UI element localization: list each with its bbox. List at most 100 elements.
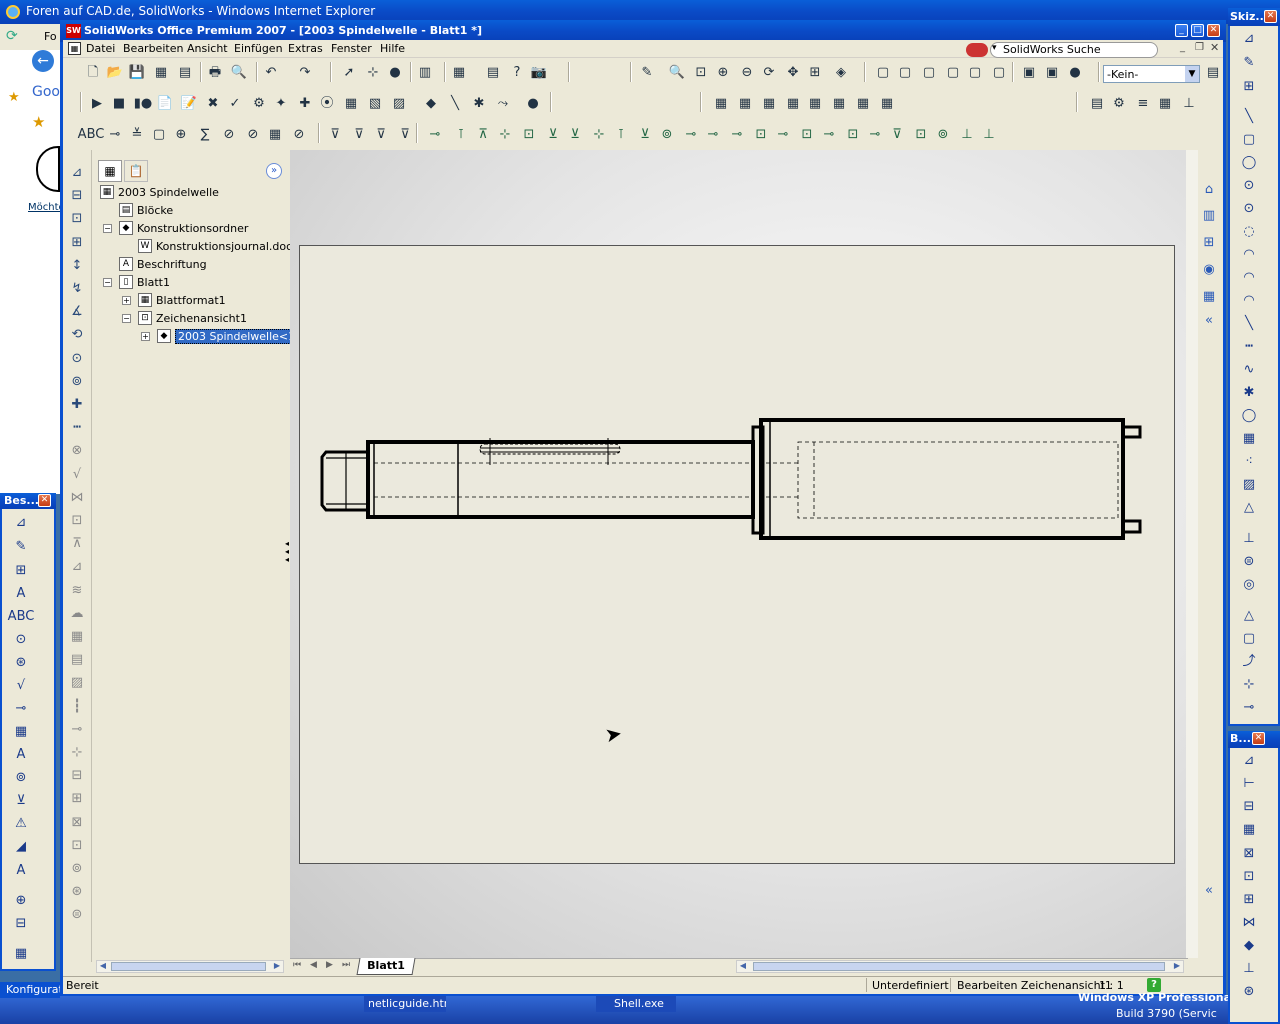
dim-tool-icon-6[interactable]: ⊞ <box>1240 891 1258 909</box>
sketch-tool-icon-16[interactable]: ◯ <box>1240 407 1258 425</box>
sum-icon[interactable]: ∑ <box>196 126 214 144</box>
sketch-tool-icon-17[interactable]: ▦ <box>1240 430 1258 448</box>
trimetric-icon[interactable]: ▣ <box>1043 64 1061 82</box>
on-curve-icon[interactable]: ⊸ <box>866 126 884 144</box>
dim-tool-icon-4[interactable]: ⊠ <box>1240 845 1258 863</box>
weld-tool-icon[interactable]: ⊛ <box>12 654 30 672</box>
expand-panel-icon[interactable]: » <box>266 163 282 179</box>
filter-4-icon[interactable]: ⊽ <box>396 126 414 144</box>
fix-icon[interactable]: ⊡ <box>752 126 770 144</box>
along-x-icon[interactable]: ⊽ <box>888 126 906 144</box>
cosmetic-thread-icon[interactable]: ≋ <box>68 582 86 600</box>
point-icon[interactable]: ✱ <box>470 95 488 113</box>
section-view-icon[interactable]: ▦ <box>806 95 824 113</box>
run-macro-icon[interactable]: ▶ <box>88 95 106 113</box>
align-tool-icon[interactable]: ⊟ <box>12 915 30 933</box>
hscroll-right-arrow[interactable]: ▶ <box>1171 961 1183 972</box>
taskbar-item-shell[interactable]: Shell.exe <box>596 996 676 1012</box>
refresh-icon[interactable]: ⟳ <box>6 28 24 46</box>
sketch-tool-icon-10[interactable]: ◠ <box>1240 269 1258 287</box>
file-explorer-icon[interactable]: ⊞ <box>1200 234 1218 252</box>
surface-finish-icon-2[interactable]: √ <box>68 466 86 484</box>
appearances-icon[interactable]: ▦ <box>1200 288 1218 306</box>
print-icon[interactable]: 🖶 <box>206 64 224 82</box>
line-style-icon[interactable]: ▦ <box>1156 95 1174 113</box>
layout-icon[interactable]: ▦ <box>342 95 360 113</box>
baseline-dim-icon[interactable]: ⊞ <box>68 234 86 252</box>
sketch-tool-icon-23[interactable]: ◎ <box>1240 576 1258 594</box>
doc-close-button[interactable]: ✕ <box>1210 41 1219 54</box>
status-help-icon[interactable]: ? <box>1147 978 1161 992</box>
datum-target-icon-2[interactable]: ⊿ <box>68 558 86 576</box>
merge-icon[interactable]: ⊸ <box>704 126 722 144</box>
left-view-icon[interactable]: ▢ <box>920 64 938 82</box>
camera-icon[interactable]: 📷 <box>530 64 548 82</box>
model-view-icon[interactable]: ▦ <box>736 95 754 113</box>
sketch-tool-icon-2[interactable]: ⊞ <box>1240 78 1258 96</box>
surface-finish-tool-icon[interactable]: √ <box>12 677 30 695</box>
front-view-icon[interactable]: ▢ <box>874 64 892 82</box>
spline-icon[interactable]: ⤳ <box>494 95 512 113</box>
bottom-view-icon[interactable]: ▢ <box>990 64 1008 82</box>
task-home-icon[interactable]: ⌂ <box>1200 181 1218 199</box>
weld-symbol-icon[interactable]: ⋈ <box>68 489 86 507</box>
broken-view-icon[interactable]: ▦ <box>878 95 896 113</box>
sketch-tool-icon-27[interactable]: ⊹ <box>1240 676 1258 694</box>
sketch-tool-icon-3[interactable]: ╲ <box>1240 108 1258 126</box>
multi-jog-icon[interactable]: ⊹ <box>68 744 86 762</box>
sketch-tool-icon-24[interactable]: △ <box>1240 607 1258 625</box>
record-red-icon[interactable]: ● <box>524 95 542 113</box>
intersection-icon[interactable]: ⊸ <box>774 126 792 144</box>
menu-einfuegen[interactable]: Einfügen <box>234 42 283 55</box>
equal-icon[interactable]: ⊚ <box>658 126 676 144</box>
layer-select-arrow[interactable]: ▼ <box>1185 66 1199 82</box>
tree-item-blattformat1[interactable]: ▦ Blattformat1 <box>138 291 226 309</box>
hide-edge-icon[interactable]: ⊥ <box>1180 95 1198 113</box>
search-tool-icon[interactable]: ⊙ <box>12 631 30 649</box>
fm-tab-tree[interactable]: ▦ <box>98 160 122 182</box>
print-preview-icon[interactable]: ▦ <box>152 64 170 82</box>
solidworks-search-icon[interactable] <box>966 43 988 57</box>
align-icon[interactable]: ⊟ <box>68 767 86 785</box>
warning-icon[interactable]: ⚠ <box>12 815 30 833</box>
options-icon[interactable]: ▤ <box>176 64 194 82</box>
auxiliary-view-icon[interactable]: ▦ <box>784 95 802 113</box>
isometric-icon[interactable]: ▣ <box>1020 64 1038 82</box>
layer-properties-icon[interactable]: ▤ <box>1204 64 1222 82</box>
custom-icon[interactable]: ✚ <box>296 95 314 113</box>
pan-icon[interactable]: ✥ <box>784 64 802 82</box>
filter-icon[interactable]: ⊽ <box>326 126 344 144</box>
tree-item-konstruktionsordner[interactable]: ◆ Konstruktionsordner <box>119 219 248 237</box>
ordinate-dim-icon[interactable]: ↕ <box>68 257 86 275</box>
font-tool-icon[interactable]: A <box>12 862 30 880</box>
doc-restore-button[interactable]: ❐ <box>1195 42 1204 53</box>
doc-icon[interactable]: ▦ <box>68 42 81 55</box>
hole-table-icon[interactable]: ▦ <box>266 126 284 144</box>
hatch-icon[interactable]: ▨ <box>68 674 86 692</box>
layer-icon[interactable]: ◆ <box>422 95 440 113</box>
tangent-icon[interactable]: ⊹ <box>496 126 514 144</box>
detail-view-icon[interactable]: ▦ <box>830 95 848 113</box>
filter-3-icon[interactable]: ⊽ <box>372 126 390 144</box>
along-z-icon[interactable]: ⊚ <box>934 126 952 144</box>
normal-icon[interactable]: ⊥ <box>958 126 976 144</box>
zoom-fit-icon[interactable]: 🔍 <box>668 64 686 82</box>
magnetic-line-icon[interactable]: ┇ <box>68 698 86 716</box>
dim-tool-icon-10[interactable]: ⊛ <box>1240 983 1258 1001</box>
line-icon[interactable]: ╲ <box>446 95 464 113</box>
tree-item-konstruktionsjournal[interactable]: W Konstruktionsjournal.doc <box>138 237 292 255</box>
save-icon[interactable]: 💾 <box>128 64 146 82</box>
sketch-tool-icon-26[interactable]: ⤴ <box>1240 653 1258 671</box>
datum-icon[interactable]: ⊘ <box>220 126 238 144</box>
right-palette-bottom-close[interactable]: ✕ <box>1252 732 1265 745</box>
menu-extras[interactable]: Extras <box>288 42 323 55</box>
sheet-tab-blatt1[interactable]: Blatt1 <box>356 958 416 975</box>
expand-icon[interactable]: + <box>122 296 131 305</box>
redo-icon[interactable]: ↷ <box>296 64 314 82</box>
collapse-icon[interactable]: − <box>122 314 131 323</box>
block-icon[interactable]: ▦ <box>68 628 86 646</box>
tree-item-blatt1[interactable]: ▯ Blatt1 <box>119 273 170 291</box>
edit-macro-icon[interactable]: 📝 <box>180 95 198 113</box>
along-y-icon[interactable]: ⊡ <box>912 126 930 144</box>
parallel-z-icon[interactable]: ⊡ <box>844 126 862 144</box>
